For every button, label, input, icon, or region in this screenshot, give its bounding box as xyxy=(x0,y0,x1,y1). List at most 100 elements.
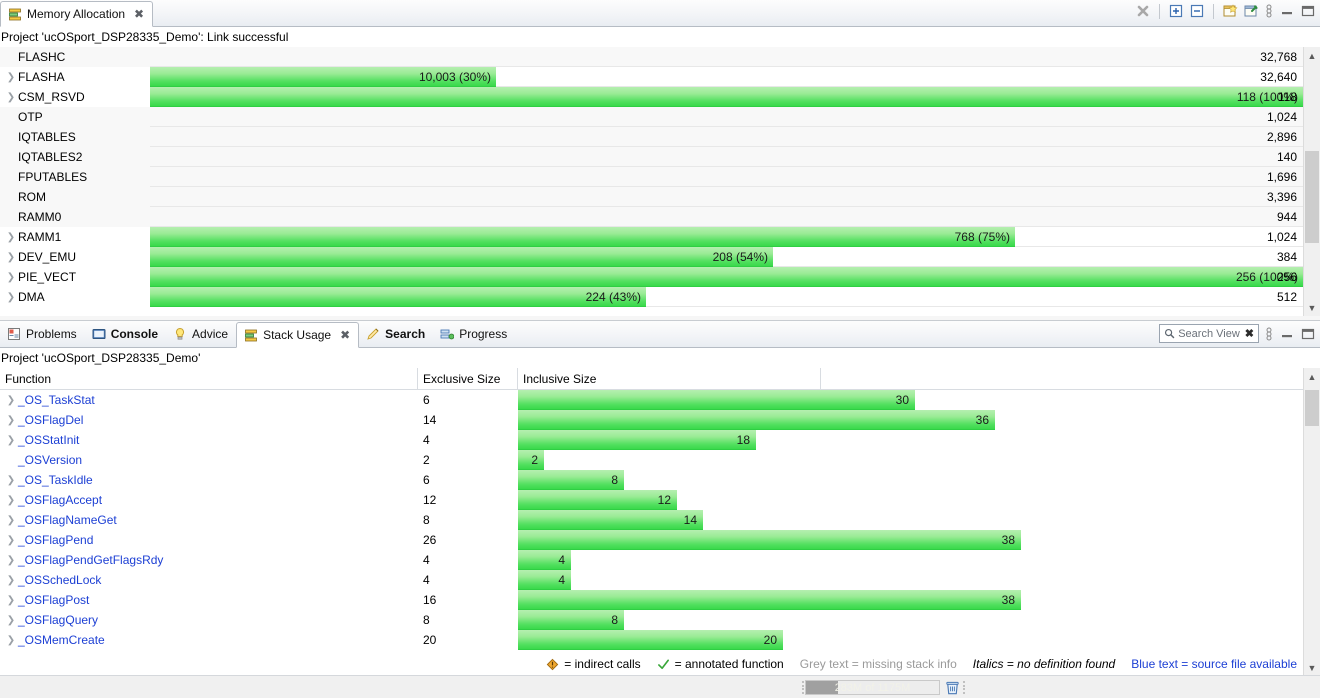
table-row[interactable]: ❯IQTABLES2 140 xyxy=(0,147,1320,167)
memory-section-name-cell[interactable]: ❯ FLASHA xyxy=(0,67,150,87)
expand-arrow-icon[interactable]: ❯ xyxy=(4,252,18,263)
expand-arrow-icon[interactable]: ❯ xyxy=(4,232,18,243)
view-menu-icon[interactable] xyxy=(1264,326,1274,342)
expand-arrow-icon[interactable]: ❯ xyxy=(4,72,18,83)
tab-stack-usage[interactable]: Stack Usage ✖ xyxy=(236,322,360,348)
minimize-icon[interactable] xyxy=(1279,3,1295,19)
remove-all-icon[interactable] xyxy=(1135,3,1151,19)
expand-arrow-icon[interactable]: ❯ xyxy=(4,635,18,646)
function-name-cell[interactable]: ❯ _OS_TaskStat xyxy=(0,393,418,407)
expand-arrow-icon[interactable]: ❯ xyxy=(4,615,18,626)
function-name-cell[interactable]: ❯ _OSFlagPendGetFlagsRdy xyxy=(0,553,418,567)
table-row[interactable]: ❯ _OSSchedLock 4 4 xyxy=(0,570,1320,590)
table-row[interactable]: 224 (43%) ❯ DMA 512 xyxy=(0,287,1320,307)
table-row[interactable]: 768 (75%) ❯ RAMM1 1,024 xyxy=(0,227,1320,247)
expand-arrow-icon[interactable]: ❯ xyxy=(4,555,18,566)
table-row[interactable]: ❯ _OSStatInit 4 18 xyxy=(0,430,1320,450)
pin-view-icon[interactable] xyxy=(1243,3,1259,19)
function-name-cell[interactable]: ❯ _OSFlagDel xyxy=(0,413,418,427)
table-row[interactable]: ❯_OSVersion 2 2 xyxy=(0,450,1320,470)
table-row[interactable]: ❯ _OSFlagPost 16 38 xyxy=(0,590,1320,610)
function-name-cell[interactable]: ❯ _OSFlagPend xyxy=(0,533,418,547)
table-row[interactable]: ❯ _OSMemCreate 20 20 xyxy=(0,630,1320,650)
table-row[interactable]: ❯OTP 1,024 xyxy=(0,107,1320,127)
table-row[interactable]: ❯ _OS_TaskStat 6 30 xyxy=(0,390,1320,410)
function-name-cell[interactable]: ❯ _OSSchedLock xyxy=(0,573,418,587)
memory-section-name-cell[interactable]: ❯FLASHC xyxy=(0,47,150,67)
memory-section-name-cell[interactable]: ❯RAMM0 xyxy=(0,207,150,227)
table-row[interactable]: 256 (100%) ❯ PIE_VECT 256 xyxy=(0,267,1320,287)
expand-arrow-icon[interactable]: ❯ xyxy=(4,535,18,546)
maximize-icon[interactable] xyxy=(1300,3,1316,19)
view-menu-icon[interactable] xyxy=(1264,3,1274,19)
table-row[interactable]: ❯ _OSFlagQuery 8 8 xyxy=(0,610,1320,630)
close-icon[interactable]: ✖ xyxy=(340,328,350,342)
close-icon[interactable]: ✖ xyxy=(134,7,144,21)
memory-section-name-cell[interactable]: ❯ROM xyxy=(0,187,150,207)
search-view-box[interactable]: Search View ✖ xyxy=(1159,324,1259,343)
table-row[interactable]: ❯ _OSFlagAccept 12 12 xyxy=(0,490,1320,510)
minimize-icon[interactable] xyxy=(1279,326,1295,342)
function-name-cell[interactable]: ❯ _OSMemCreate xyxy=(0,633,418,647)
expand-arrow-icon[interactable]: ❯ xyxy=(4,92,18,103)
memory-section-name-cell[interactable]: ❯OTP xyxy=(0,107,150,127)
expand-arrow-icon[interactable]: ❯ xyxy=(4,575,18,586)
function-name-cell[interactable]: ❯_OSVersion xyxy=(0,453,418,467)
tab-progress[interactable]: Progress xyxy=(433,321,515,347)
table-row[interactable]: ❯ _OSFlagPendGetFlagsRdy 4 4 xyxy=(0,550,1320,570)
table-row[interactable]: 118 (100%) ❯ CSM_RSVD 118 xyxy=(0,87,1320,107)
table-row[interactable]: ❯FLASHC 32,768 xyxy=(0,47,1320,67)
heap-meter[interactable]: 283M of 1175M xyxy=(805,680,940,695)
expand-arrow-icon[interactable]: ❯ xyxy=(4,395,18,406)
table-row[interactable]: ❯FPUTABLES 1,696 xyxy=(0,167,1320,187)
scroll-thumb[interactable] xyxy=(1305,390,1319,426)
table-row[interactable]: ❯ _OSFlagDel 14 36 xyxy=(0,410,1320,430)
memory-section-name-cell[interactable]: ❯ DEV_EMU xyxy=(0,247,150,267)
expand-arrow-icon[interactable]: ❯ xyxy=(4,475,18,486)
function-name-cell[interactable]: ❯ _OSFlagPost xyxy=(0,593,418,607)
expand-arrow-icon[interactable]: ❯ xyxy=(4,272,18,283)
table-row[interactable]: ❯ _OS_TaskIdle 6 8 xyxy=(0,470,1320,490)
expand-arrow-icon[interactable]: ❯ xyxy=(4,495,18,506)
memory-section-name-cell[interactable]: ❯ RAMM1 xyxy=(0,227,150,247)
table-row[interactable]: ❯ _OSFlagPend 26 38 xyxy=(0,530,1320,550)
tab-memory-allocation[interactable]: Memory Allocation ✖ xyxy=(0,1,154,27)
expand-arrow-icon[interactable]: ❯ xyxy=(4,515,18,526)
memory-section-name-cell[interactable]: ❯FPUTABLES xyxy=(0,167,150,187)
function-name-cell[interactable]: ❯ _OSStatInit xyxy=(0,433,418,447)
tab-console[interactable]: Console xyxy=(85,321,166,347)
table-row[interactable]: ❯ _OSFlagNameGet 8 14 xyxy=(0,510,1320,530)
table-row[interactable]: 208 (54%) ❯ DEV_EMU 384 xyxy=(0,247,1320,267)
scroll-down-icon[interactable]: ▼ xyxy=(1304,659,1320,676)
table-row[interactable]: ❯RAMM0 944 xyxy=(0,207,1320,227)
maximize-icon[interactable] xyxy=(1300,326,1316,342)
function-name-cell[interactable]: ❯ _OS_TaskIdle xyxy=(0,473,418,487)
column-header-inclusive-size[interactable]: Inclusive Size xyxy=(518,367,821,390)
tab-advice[interactable]: Advice xyxy=(166,321,236,347)
tab-problems[interactable]: Problems xyxy=(0,321,85,347)
tab-search[interactable]: Search xyxy=(359,321,433,347)
expand-arrow-icon[interactable]: ❯ xyxy=(4,595,18,606)
new-view-icon[interactable] xyxy=(1222,3,1238,19)
stack-usage-vertical-scrollbar[interactable]: ▲ ▼ xyxy=(1303,368,1320,676)
expand-all-icon[interactable] xyxy=(1168,3,1184,19)
collapse-all-icon[interactable] xyxy=(1189,3,1205,19)
table-row[interactable]: ❯IQTABLES 2,896 xyxy=(0,127,1320,147)
column-header-exclusive-size[interactable]: Exclusive Size xyxy=(418,367,518,390)
memory-section-name-cell[interactable]: ❯ PIE_VECT xyxy=(0,267,150,287)
expand-arrow-icon[interactable]: ❯ xyxy=(4,292,18,303)
scroll-up-icon[interactable]: ▲ xyxy=(1304,368,1320,385)
search-view-close-icon[interactable]: ✖ xyxy=(1245,327,1254,340)
memory-section-name-cell[interactable]: ❯IQTABLES2 xyxy=(0,147,150,167)
memory-section-name-cell[interactable]: ❯ DMA xyxy=(0,287,150,307)
expand-arrow-icon[interactable]: ❯ xyxy=(4,415,18,426)
memory-section-name-cell[interactable]: ❯IQTABLES xyxy=(0,127,150,147)
function-name-cell[interactable]: ❯ _OSFlagNameGet xyxy=(0,513,418,527)
table-row[interactable]: ❯ROM 3,396 xyxy=(0,187,1320,207)
function-name-cell[interactable]: ❯ _OSFlagQuery xyxy=(0,613,418,627)
expand-arrow-icon[interactable]: ❯ xyxy=(4,435,18,446)
memory-section-name-cell[interactable]: ❯ CSM_RSVD xyxy=(0,87,150,107)
table-row[interactable]: 10,003 (30%) ❯ FLASHA 32,640 xyxy=(0,67,1320,87)
column-header-function[interactable]: Function xyxy=(0,367,418,390)
trash-icon[interactable] xyxy=(944,679,961,696)
